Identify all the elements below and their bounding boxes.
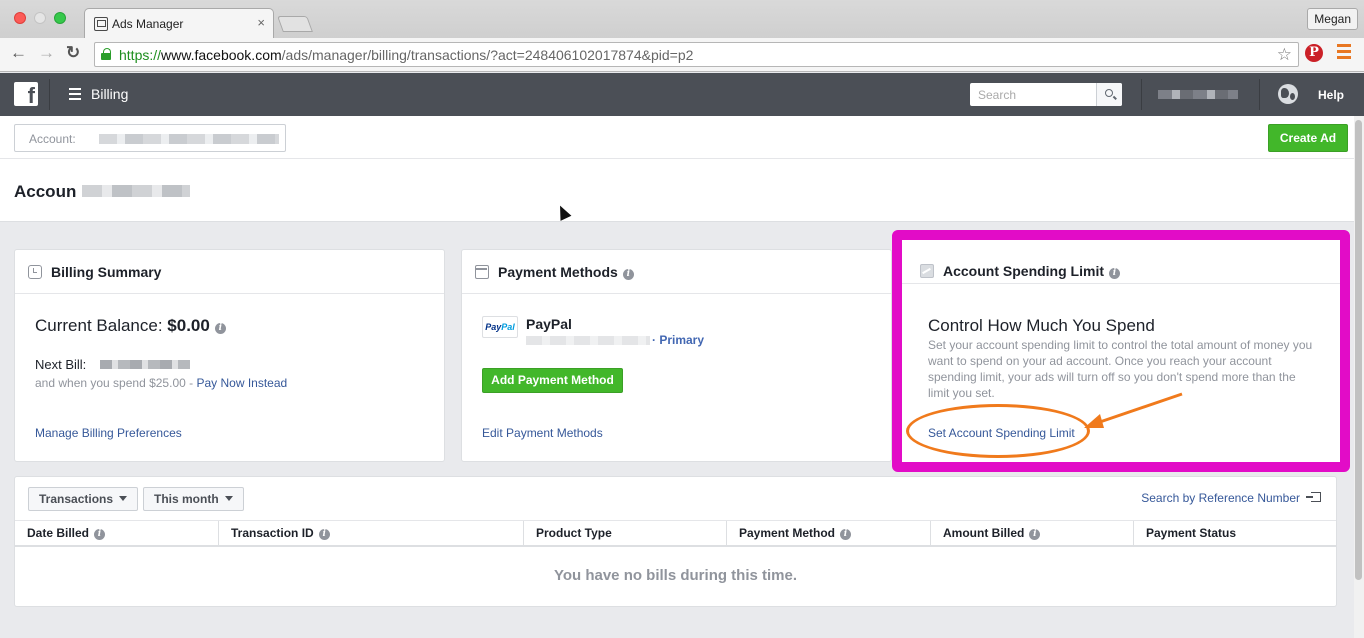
back-arrow-icon[interactable]: ← bbox=[10, 43, 27, 63]
user-name-redacted[interactable] bbox=[1158, 90, 1238, 99]
account-bar: Account: Create Ad Accoun bbox=[0, 116, 1354, 222]
info-icon[interactable]: i bbox=[318, 529, 330, 540]
card-header: Account Spending Limit i bbox=[902, 240, 1340, 284]
caret-down-icon bbox=[224, 496, 233, 501]
card-header: Billing Summary bbox=[15, 250, 444, 294]
secure-lock-icon bbox=[101, 48, 111, 60]
search-icon bbox=[1105, 89, 1113, 97]
facebook-header: f Billing Help bbox=[0, 73, 1364, 116]
create-ad-button[interactable]: Create Ad bbox=[1268, 124, 1348, 152]
next-bill-label: Next Bill: bbox=[35, 357, 87, 372]
account-selector[interactable]: Account: bbox=[14, 124, 286, 152]
info-icon[interactable]: i bbox=[622, 269, 634, 280]
export-icon[interactable] bbox=[1306, 492, 1321, 502]
column-header-transaction-id[interactable]: Transaction ID i bbox=[219, 521, 524, 546]
billing-summary-title: Billing Summary bbox=[51, 264, 162, 280]
browser-toolbar: ← → ↻ https://www.facebook.com/ads/manag… bbox=[0, 38, 1364, 72]
spending-limit-title: Account Spending Limit i bbox=[943, 263, 1120, 279]
tab-title: Ads Manager bbox=[112, 17, 184, 31]
bill-threshold-note: and when you spend $25.00 - Pay Now Inst… bbox=[35, 376, 288, 390]
info-icon[interactable]: i bbox=[1109, 268, 1120, 279]
paypal-logo: PayPal bbox=[482, 316, 518, 338]
manage-billing-preferences-link[interactable]: Manage Billing Preferences bbox=[35, 426, 182, 440]
column-header-amount-billed[interactable]: Amount Billed i bbox=[931, 521, 1134, 546]
account-label: Account: bbox=[29, 132, 76, 146]
info-icon[interactable]: i bbox=[840, 529, 852, 540]
caret-down-icon bbox=[119, 496, 128, 501]
help-link[interactable]: Help bbox=[1318, 88, 1344, 102]
tab-close-icon[interactable]: × bbox=[257, 15, 265, 30]
address-bar[interactable]: https://www.facebook.com/ads/manager/bil… bbox=[94, 42, 1299, 67]
column-header-payment-method[interactable]: Payment Method i bbox=[727, 521, 931, 546]
paypal-email-redacted bbox=[526, 336, 650, 345]
column-header-date-billed[interactable]: Date Billed i bbox=[15, 521, 219, 546]
url-text: https://www.facebook.com/ads/manager/bil… bbox=[119, 47, 694, 63]
empty-state-message: You have no bills during this time. bbox=[553, 567, 798, 584]
date-range-dropdown[interactable]: This month bbox=[143, 487, 244, 511]
annotation-arrow-icon bbox=[1084, 392, 1183, 428]
divider bbox=[0, 158, 1354, 159]
transactions-table-card: Transactions This month Search by Refere… bbox=[14, 476, 1337, 607]
table-header: Date Billed i Transaction ID i Product Typ… bbox=[15, 520, 1336, 547]
pinterest-extension-icon[interactable]: P bbox=[1305, 44, 1323, 62]
browser-profile-button[interactable]: Megan bbox=[1307, 8, 1358, 30]
pay-now-link[interactable]: Pay Now Instead bbox=[196, 376, 287, 390]
header-search bbox=[970, 83, 1122, 106]
search-by-reference-link[interactable]: Search by Reference Number bbox=[1141, 491, 1300, 505]
new-tab-button[interactable] bbox=[277, 16, 313, 32]
card-header: Payment Methods i bbox=[462, 250, 891, 294]
edit-payment-methods-link[interactable]: Edit Payment Methods bbox=[482, 426, 603, 440]
header-title[interactable]: Billing bbox=[91, 86, 128, 102]
header-divider bbox=[1141, 79, 1142, 110]
payment-method-name: PayPal bbox=[526, 316, 572, 332]
reload-icon[interactable]: ↻ bbox=[66, 43, 80, 63]
annotation-ellipse bbox=[906, 404, 1090, 458]
search-input[interactable] bbox=[970, 83, 1095, 106]
add-payment-method-button[interactable]: Add Payment Method bbox=[482, 368, 623, 393]
payment-methods-card: Payment Methods i PayPal PayPal · Primary… bbox=[461, 249, 892, 462]
info-icon[interactable]: i bbox=[94, 529, 106, 540]
maximize-window-button[interactable] bbox=[54, 12, 66, 24]
column-header-product-type[interactable]: Product Type bbox=[524, 521, 727, 546]
info-icon[interactable]: i bbox=[1029, 529, 1041, 540]
scrollbar-thumb[interactable] bbox=[1355, 120, 1362, 580]
forward-arrow-icon[interactable]: → bbox=[38, 43, 55, 63]
browser-tab[interactable]: Ads Manager × bbox=[84, 8, 274, 38]
payment-methods-title: Payment Methods i bbox=[498, 264, 634, 280]
billing-summary-card: Billing Summary Current Balance: $0.00 i … bbox=[14, 249, 445, 462]
hamburger-menu-icon[interactable] bbox=[69, 88, 81, 103]
browser-tab-bar: Ads Manager × Megan bbox=[0, 0, 1364, 38]
page-title: Accoun bbox=[14, 182, 77, 201]
close-window-button[interactable] bbox=[14, 12, 26, 24]
bookmark-star-icon[interactable]: ☆ bbox=[1277, 45, 1292, 65]
account-name-redacted bbox=[99, 134, 279, 144]
balance-value: $0.00 bbox=[167, 316, 210, 335]
search-button[interactable] bbox=[1096, 83, 1122, 106]
chart-icon bbox=[920, 264, 934, 278]
clock-icon bbox=[28, 265, 42, 279]
page-title-redacted bbox=[82, 185, 190, 197]
credit-card-icon bbox=[475, 265, 489, 279]
primary-badge: · Primary bbox=[652, 333, 705, 347]
column-header-payment-status[interactable]: Payment Status bbox=[1134, 521, 1336, 546]
spending-heading: Control How Much You Spend bbox=[928, 316, 1155, 335]
info-icon[interactable]: i bbox=[214, 323, 226, 334]
minimize-window-button[interactable] bbox=[34, 12, 46, 24]
header-divider bbox=[1259, 79, 1260, 110]
header-divider bbox=[49, 79, 50, 110]
globe-icon[interactable] bbox=[1278, 84, 1298, 104]
facebook-logo-icon[interactable]: f bbox=[14, 82, 38, 106]
browser-menu-icon[interactable] bbox=[1337, 44, 1351, 62]
transactions-filter-dropdown[interactable]: Transactions bbox=[28, 487, 139, 511]
current-balance: Current Balance: $0.00 i bbox=[35, 316, 226, 336]
next-bill-date-redacted bbox=[100, 360, 190, 369]
ads-manager-favicon-icon bbox=[94, 17, 108, 31]
